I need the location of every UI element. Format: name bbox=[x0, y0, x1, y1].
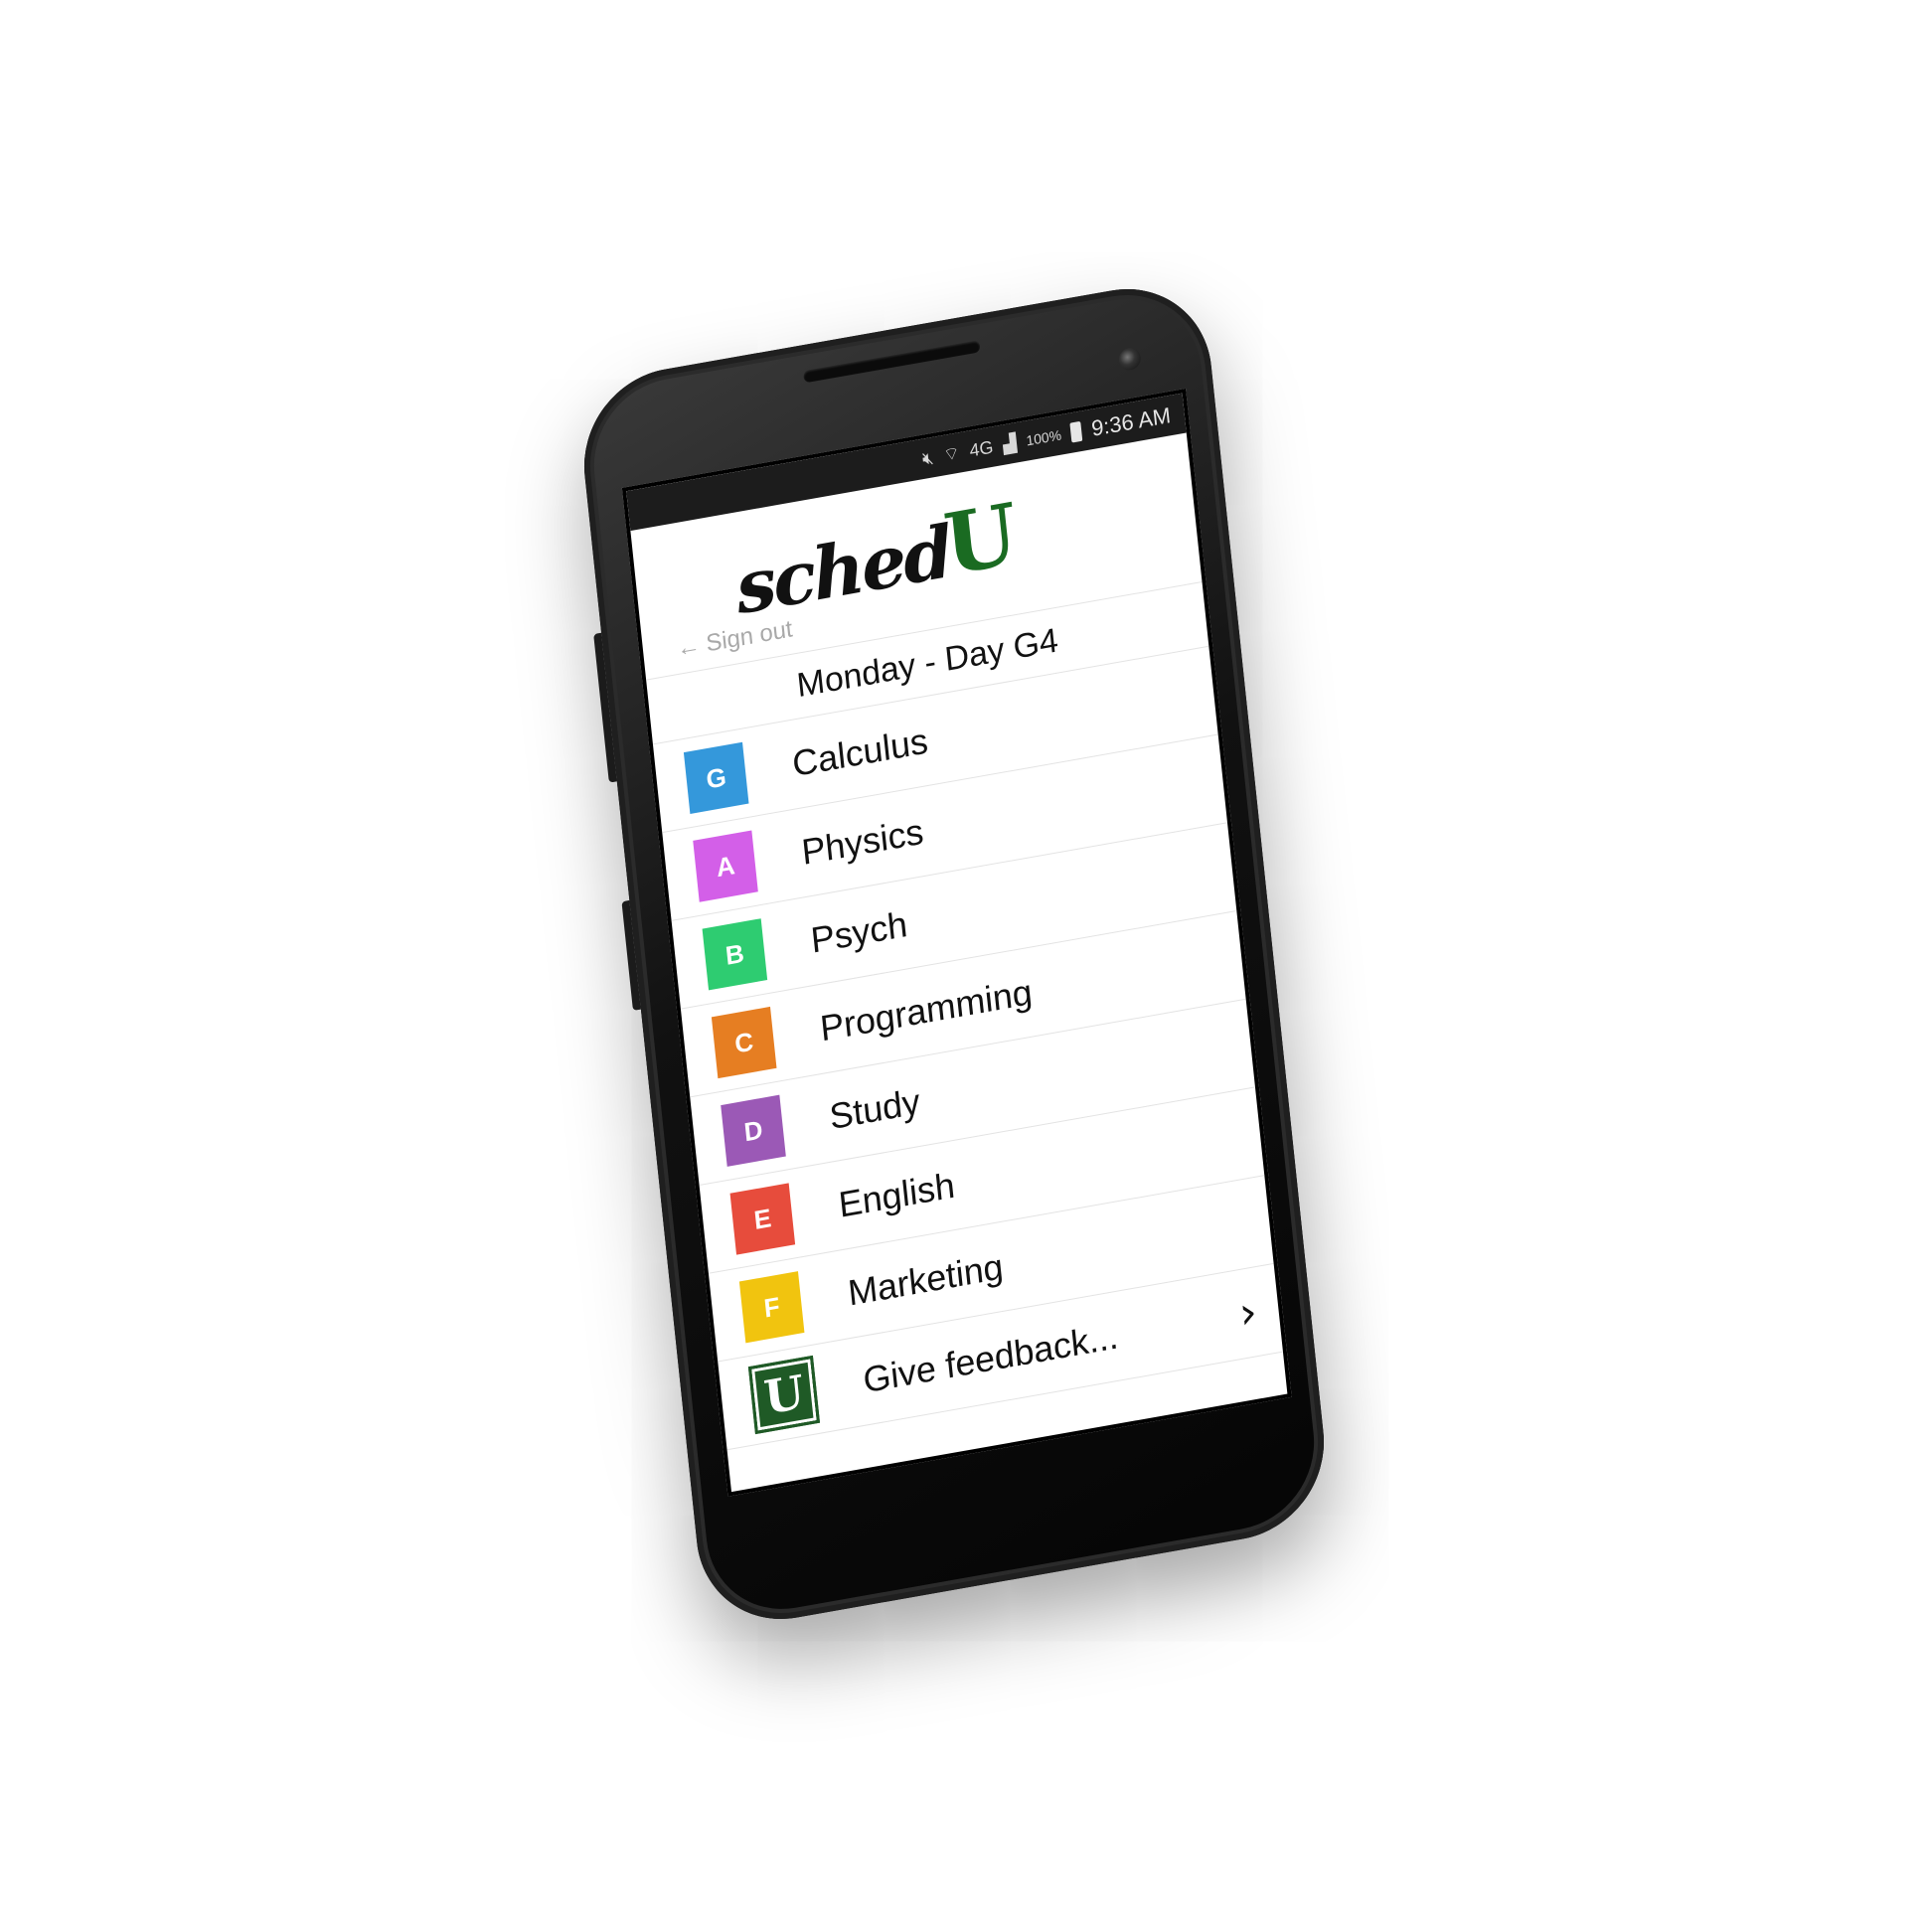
front-camera bbox=[1117, 346, 1142, 373]
period-badge: G bbox=[683, 741, 749, 814]
period-badge: E bbox=[729, 1183, 796, 1255]
sign-out-link[interactable]: ← Sign out bbox=[676, 615, 794, 663]
logo-text: sched bbox=[731, 508, 954, 631]
class-name: Physics bbox=[799, 810, 926, 873]
signal-icon: ▟ bbox=[1001, 431, 1018, 455]
class-name: Programming bbox=[818, 971, 1035, 1049]
period-badge: D bbox=[721, 1094, 786, 1167]
battery-percent: 100% bbox=[1025, 426, 1062, 449]
period-badge: C bbox=[711, 1006, 777, 1079]
stage: 🔇︎ ⌔ 4G ▟ 100% 9:36 AM sched U ← Sign ou… bbox=[0, 0, 1932, 1932]
class-name: Marketing bbox=[846, 1245, 1006, 1314]
feedback-u-icon: U bbox=[747, 1355, 821, 1435]
class-name: Psych bbox=[808, 902, 909, 961]
mute-icon: 🔇︎ bbox=[920, 446, 935, 469]
back-arrow-icon: ← bbox=[675, 631, 703, 663]
sign-out-label: Sign out bbox=[705, 615, 794, 658]
period-badge: F bbox=[738, 1271, 805, 1344]
phone-screen: 🔇︎ ⌔ 4G ▟ 100% 9:36 AM sched U ← Sign ou… bbox=[621, 388, 1292, 1497]
class-name: Calculus bbox=[790, 720, 930, 785]
class-name: Study bbox=[827, 1080, 922, 1138]
class-name: English bbox=[836, 1164, 957, 1225]
battery-icon bbox=[1069, 420, 1083, 443]
chevron-right-icon: › bbox=[1236, 1286, 1260, 1341]
status-time: 9:36 AM bbox=[1090, 402, 1173, 441]
speaker-grille bbox=[803, 340, 981, 384]
network-4g-icon: 4G bbox=[968, 435, 995, 461]
logo-u: U bbox=[939, 483, 1023, 595]
phone-device: 🔇︎ ⌔ 4G ▟ 100% 9:36 AM sched U ← Sign ou… bbox=[574, 274, 1334, 1634]
period-badge: A bbox=[693, 830, 758, 902]
power-button[interactable] bbox=[621, 899, 641, 1011]
wifi-icon: ⌔ bbox=[941, 441, 961, 465]
schedule-list: G Calculus A Physics B Psych C Programming D Stud… bbox=[653, 646, 1274, 1363]
volume-button[interactable] bbox=[593, 632, 617, 783]
app-logo: sched U bbox=[731, 483, 1023, 631]
period-badge: B bbox=[702, 918, 768, 991]
